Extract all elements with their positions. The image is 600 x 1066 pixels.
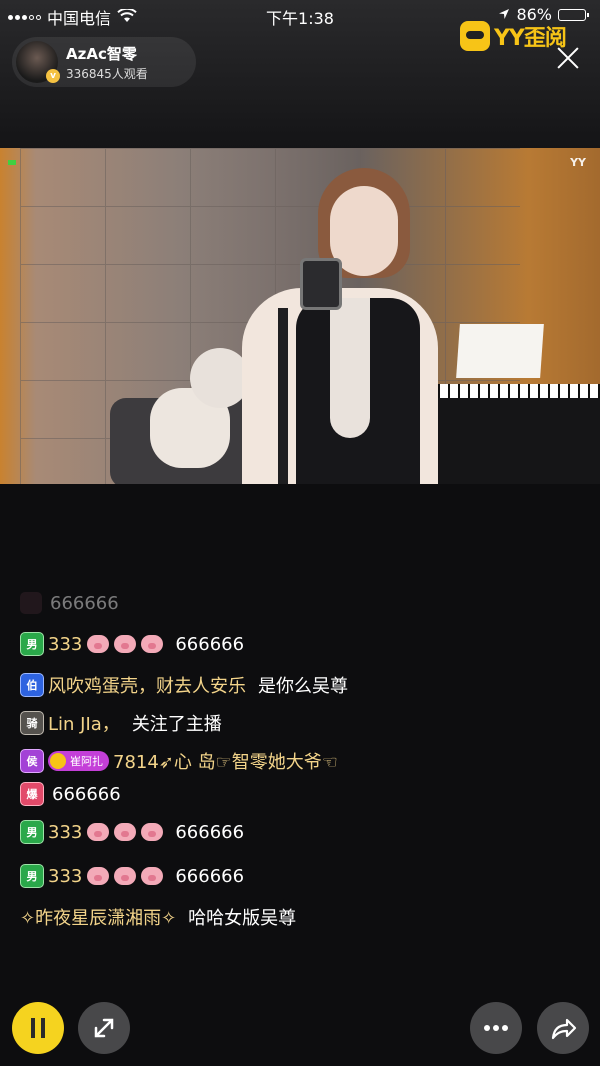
- chat-message: 666666: [20, 592, 119, 614]
- fan-badge-label: 崔阿扎: [70, 755, 103, 768]
- level-badge: 骑: [20, 711, 44, 735]
- pig-emoji-icon: [87, 867, 110, 885]
- battery-icon: [558, 8, 589, 21]
- chat-message: 男 333 666666: [20, 864, 244, 888]
- pig-emoji-icon: [141, 867, 164, 885]
- fan-badge-icon: [50, 753, 66, 769]
- app-logo: YY歪阅: [460, 20, 567, 52]
- close-icon[interactable]: [554, 44, 582, 72]
- chat-text: 666666: [50, 592, 119, 614]
- chat-username[interactable]: 333: [48, 822, 82, 843]
- pig-emoji-icon: [141, 823, 164, 841]
- video-watermark: YY: [570, 156, 586, 169]
- level-badge: 男: [20, 820, 44, 844]
- microphone: [300, 258, 342, 310]
- level-badge: 男: [20, 632, 44, 656]
- verified-badge: v: [46, 69, 60, 83]
- more-icon: [484, 1025, 508, 1031]
- pig-emoji-icon: [87, 635, 110, 653]
- pig-emoji-icon: [114, 635, 137, 653]
- chat-message: 骑 Lin JIa， 关注了主播: [20, 710, 222, 736]
- expand-icon: [94, 1018, 114, 1038]
- chat-username[interactable]: ✧昨夜星辰潇湘雨✧: [20, 904, 176, 930]
- chat-text: 666666: [175, 865, 245, 887]
- fan-badge: 崔阿扎: [48, 751, 109, 771]
- chat-message: 男 333 666666: [20, 820, 244, 844]
- chat-message: 侯 崔阿扎 7814➶心 岛☞智零她大爷☜: [20, 748, 338, 774]
- live-video[interactable]: YY: [0, 148, 600, 484]
- chat-text: 666666: [175, 633, 245, 655]
- expand-button[interactable]: [78, 1002, 130, 1054]
- chat-message: ✧昨夜星辰潇湘雨✧ 哈哈女版吴尊: [20, 904, 296, 930]
- chat-message: 伯风吹鸡蛋壳，财去人安乐 是你么吴尊: [20, 672, 348, 698]
- chat-text: 666666: [52, 783, 121, 805]
- live-indicator: [8, 160, 16, 165]
- viewer-count: 336845人观看: [66, 67, 148, 81]
- level-badge: 侯: [20, 749, 44, 773]
- anchor-name: AzAc智零: [66, 45, 137, 63]
- mascot-icon: [460, 21, 490, 51]
- level-badge: [20, 592, 42, 614]
- chat-username[interactable]: 7814➶心 岛☞智零她大爷☜: [113, 748, 338, 774]
- more-button[interactable]: [470, 1002, 522, 1054]
- chat-message: 爆 666666: [20, 782, 121, 806]
- pig-emoji-icon: [87, 823, 110, 841]
- pig-emoji-icon: [141, 635, 164, 653]
- chat-username[interactable]: 风吹鸡蛋壳，财去人安乐: [48, 672, 246, 698]
- anchor-info[interactable]: v AzAc智零 336845人观看: [12, 37, 196, 87]
- chat-text: 是你么吴尊: [258, 676, 348, 697]
- level-badge: 伯: [20, 673, 44, 697]
- share-icon: [551, 1018, 577, 1040]
- share-button[interactable]: [537, 1002, 589, 1054]
- chat-text: 哈哈女版吴尊: [188, 908, 297, 929]
- pig-emoji-icon: [114, 867, 137, 885]
- pig-emoji-icon: [114, 823, 137, 841]
- level-badge: 男: [20, 864, 44, 888]
- chat-text: 关注了主播: [131, 714, 222, 735]
- chat-text: 666666: [175, 821, 245, 843]
- chat-message: 男 333 666666: [20, 632, 244, 656]
- level-badge: 爆: [20, 782, 44, 806]
- chat-username[interactable]: 333: [48, 866, 82, 887]
- chat-username[interactable]: Lin JIa，: [48, 710, 120, 736]
- chat-username[interactable]: 333: [48, 634, 82, 655]
- pause-button[interactable]: [12, 1002, 64, 1054]
